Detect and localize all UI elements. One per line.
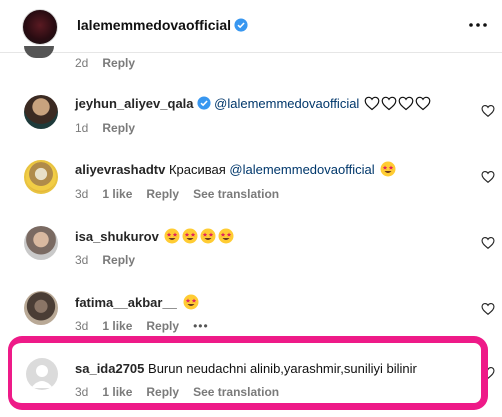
header-divider [0, 52, 502, 53]
like-count[interactable]: 1 like [102, 187, 132, 201]
comment-options-button[interactable]: ••• [193, 319, 209, 333]
verified-badge-icon [234, 18, 248, 32]
mention-link[interactable]: @lalememmedovaofficial [229, 162, 374, 177]
comment-item: aliyevrashadtv Красивая @lalememmedovaof… [0, 154, 502, 218]
comment-item: fatima__akbar__ 3d 1 like Reply ••• [0, 288, 502, 352]
comment-item: isa_shukurov 3d Reply [0, 222, 502, 286]
comment-text: jeyhun_aliyev_qala @lalememmedovaofficia… [75, 96, 431, 111]
avatar[interactable] [24, 95, 58, 129]
comment-meta: 3d 1 like Reply See translation [75, 187, 293, 201]
comment-text: fatima__akbar__ [75, 294, 199, 310]
like-heart-icon[interactable] [481, 236, 495, 250]
post-header: lalememmedovaofficial [0, 0, 502, 52]
reply-button[interactable]: Reply [102, 121, 135, 135]
heart-outline-icon [364, 96, 380, 111]
comment-meta: 3d 1 like Reply ••• [75, 319, 223, 333]
comment-item: sa_ida2705 Burun neudachni alinib,yarash… [0, 352, 502, 416]
reply-button[interactable]: Reply [102, 56, 135, 70]
star-struck-emoji-icon [182, 228, 198, 244]
comment-meta: 3d 1 like Reply See translation [75, 385, 293, 399]
comment-meta: 1d Reply [75, 121, 149, 135]
avatar[interactable] [26, 358, 58, 390]
comment-text: aliyevrashadtv Красивая @lalememmedovaof… [75, 161, 396, 177]
outline-hearts [363, 96, 431, 111]
default-avatar-icon [31, 365, 53, 388]
star-struck-emoji-icon [218, 228, 234, 244]
like-heart-icon[interactable] [481, 366, 495, 380]
see-translation-button[interactable]: See translation [193, 187, 279, 201]
comment-item: jeyhun_aliyev_qala @lalememmedovaofficia… [0, 90, 502, 154]
comment-time: 3d [75, 253, 89, 267]
comment-meta: 2d Reply [75, 56, 149, 70]
like-heart-icon[interactable] [481, 170, 495, 184]
avatar[interactable] [24, 160, 58, 194]
more-horizontal-icon[interactable] [467, 17, 489, 33]
reply-button[interactable]: Reply [146, 187, 179, 201]
comment-meta: 3d Reply [75, 253, 149, 267]
heart-outline-icon [381, 96, 397, 111]
star-struck-emoji-icon [183, 294, 199, 310]
heart-outline-icon [398, 96, 414, 111]
comment-time: 3d [75, 319, 89, 333]
heart-outline-icon [415, 96, 431, 111]
comment-body: Красивая [168, 162, 226, 177]
star-struck-emoji-icon [380, 161, 396, 177]
comment-username[interactable]: isa_shukurov [75, 229, 159, 244]
comment-time: 2d [75, 56, 89, 70]
comment-time: 3d [75, 187, 89, 201]
comment-time: 1d [75, 121, 89, 135]
mention-link[interactable]: @lalememmedovaofficial [214, 96, 359, 111]
comment-text: isa_shukurov [75, 228, 234, 244]
comment-username[interactable]: sa_ida2705 [75, 361, 144, 376]
avatar[interactable] [24, 226, 58, 260]
reply-button[interactable]: Reply [146, 385, 179, 399]
avatar[interactable] [24, 291, 58, 325]
star-struck-emoji-icon [200, 228, 216, 244]
comment-username[interactable]: aliyevrashadtv [75, 162, 165, 177]
profile-username[interactable]: lalememmedovaofficial [77, 17, 248, 33]
see-translation-button[interactable]: See translation [193, 385, 279, 399]
comment-username[interactable]: fatima__akbar__ [75, 295, 177, 310]
star-struck-emojis [162, 228, 234, 244]
avatar[interactable] [24, 46, 54, 58]
comment-time: 3d [75, 385, 89, 399]
like-count[interactable]: 1 like [102, 385, 132, 399]
comment-username[interactable]: jeyhun_aliyev_qala [75, 96, 194, 111]
profile-avatar[interactable] [22, 9, 58, 45]
reply-button[interactable]: Reply [102, 253, 135, 267]
reply-button[interactable]: Reply [146, 319, 179, 333]
verified-badge-icon [196, 96, 211, 110]
comment-body: Burun neudachni alinib,yarashmir,suniliy… [148, 361, 417, 376]
like-heart-icon[interactable] [481, 302, 495, 316]
star-struck-emoji-icon [164, 228, 180, 244]
like-count[interactable]: 1 like [102, 319, 132, 333]
comment-text: sa_ida2705 Burun neudachni alinib,yarash… [75, 361, 417, 376]
like-heart-icon[interactable] [481, 104, 495, 118]
